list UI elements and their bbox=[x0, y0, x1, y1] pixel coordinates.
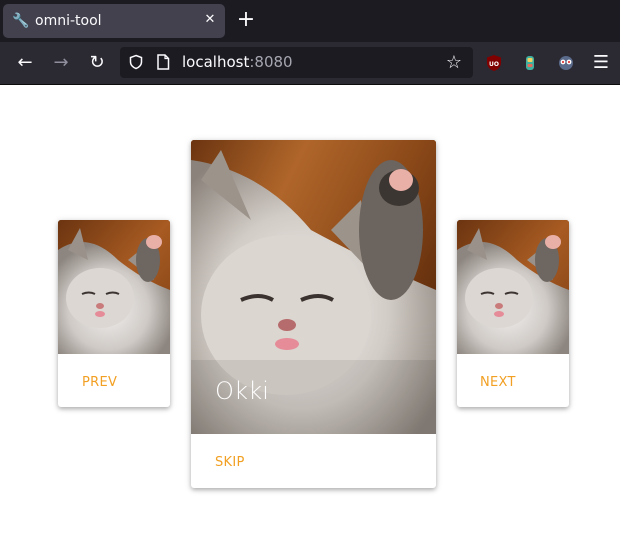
extension-icon[interactable] bbox=[520, 53, 540, 73]
current-card: Okki SKIP bbox=[191, 140, 436, 488]
card-caption: Okki bbox=[215, 377, 270, 405]
hamburger-menu-icon[interactable]: ☰ bbox=[592, 53, 610, 73]
prev-button[interactable]: PREV bbox=[82, 375, 117, 390]
next-card: NEXT bbox=[457, 220, 569, 407]
url-port: :8080 bbox=[249, 53, 293, 71]
wrench-icon: 🔧 bbox=[12, 13, 30, 29]
prev-card: PREV bbox=[58, 220, 170, 407]
svg-text:UO: UO bbox=[489, 61, 499, 68]
ublock-origin-icon[interactable]: UO bbox=[484, 53, 504, 73]
tab-title: omni-tool bbox=[35, 13, 102, 29]
tab-bar: 🔧 omni-tool ✕ + bbox=[0, 0, 620, 42]
new-tab-button[interactable]: + bbox=[235, 9, 257, 31]
reload-button[interactable]: ↻ bbox=[85, 51, 109, 75]
page-icon[interactable] bbox=[156, 54, 170, 70]
kitten-photo bbox=[457, 220, 569, 354]
shield-icon[interactable] bbox=[128, 54, 144, 70]
url-text[interactable]: localhost:8080 bbox=[182, 53, 293, 72]
star-icon[interactable]: ☆ bbox=[444, 53, 464, 73]
next-button[interactable]: NEXT bbox=[480, 375, 516, 390]
url-host: localhost bbox=[182, 53, 250, 71]
back-button[interactable]: ← bbox=[13, 51, 37, 75]
navigation-toolbar: ← → ↻ localhost:8080 ☆ UO ☰ bbox=[0, 42, 620, 85]
close-icon[interactable]: ✕ bbox=[201, 11, 219, 29]
forward-button[interactable]: → bbox=[49, 51, 73, 75]
address-bar[interactable]: localhost:8080 ☆ bbox=[120, 47, 473, 78]
extension-icon[interactable] bbox=[556, 53, 576, 73]
browser-tab[interactable]: 🔧 omni-tool ✕ bbox=[3, 4, 225, 38]
kitten-photo bbox=[58, 220, 170, 354]
page-content: PREV Okki SKIP NEXT bbox=[0, 85, 620, 547]
skip-button[interactable]: SKIP bbox=[215, 455, 245, 470]
